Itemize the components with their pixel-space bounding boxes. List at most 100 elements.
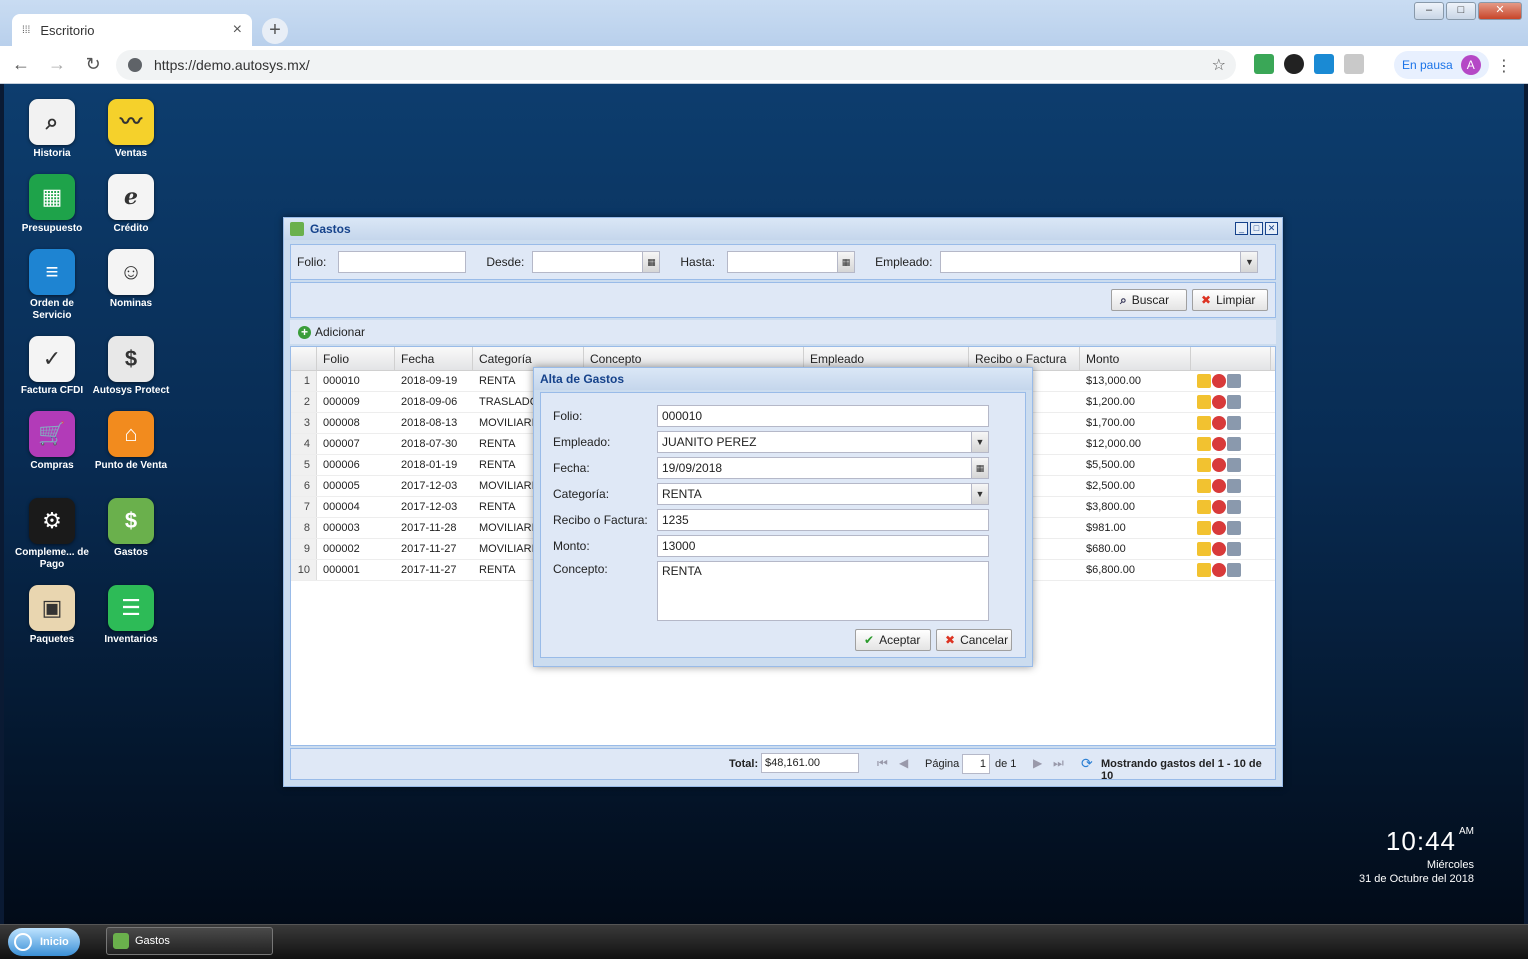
delete-icon[interactable] <box>1212 479 1226 493</box>
delete-icon[interactable] <box>1212 521 1226 535</box>
desktop-icon-punto-de-venta[interactable]: ⌂ Punto de Venta <box>91 411 171 472</box>
minimize-button[interactable]: _ <box>1235 222 1248 235</box>
gastos-window-header[interactable]: Gastos <box>284 218 1282 240</box>
minimize-window-button[interactable]: – <box>1414 2 1444 20</box>
chevron-down-icon[interactable]: ▼ <box>971 484 988 504</box>
browser-menu-icon[interactable]: ⋮ <box>1496 56 1512 76</box>
desde-date-input[interactable]: ▦ <box>532 251 661 273</box>
concepto-textarea[interactable]: RENTA <box>657 561 989 621</box>
print-icon[interactable] <box>1227 458 1241 472</box>
delete-icon[interactable] <box>1212 458 1226 472</box>
desktop-icon-historia[interactable]: ⌕ Historia <box>12 99 92 160</box>
print-icon[interactable] <box>1227 500 1241 514</box>
empleado-select[interactable]: JUANITO PEREZ ▼ <box>657 431 989 453</box>
delete-icon[interactable] <box>1212 500 1226 514</box>
print-icon[interactable] <box>1227 479 1241 493</box>
edit-icon[interactable] <box>1197 458 1211 472</box>
empleado-filter-select[interactable]: ▼ <box>940 251 1259 273</box>
close-window-button[interactable]: ✕ <box>1478 2 1522 20</box>
adicionar-button[interactable]: + Adicionar <box>298 325 365 339</box>
page-number-input[interactable]: 1 <box>962 754 990 774</box>
close-button[interactable]: ✕ <box>1265 222 1278 235</box>
sync-paused-button[interactable]: En pausa A <box>1394 51 1489 79</box>
desktop-icon-nominas[interactable]: ☺ Nominas <box>91 249 171 310</box>
desktop-icon-ventas[interactable]: 〰 Ventas <box>91 99 171 160</box>
dialog-title[interactable]: Alta de Gastos <box>534 368 1032 390</box>
fecha-input[interactable]: 19/09/2018 ▦ <box>657 457 989 479</box>
calendar-icon[interactable]: ▦ <box>642 252 660 272</box>
print-icon[interactable] <box>1227 437 1241 451</box>
prev-page-icon[interactable]: ◀ <box>899 756 908 770</box>
close-tab-icon[interactable]: × <box>233 21 242 39</box>
edit-icon[interactable] <box>1197 563 1211 577</box>
desktop-icon-label: Compleme... de Pago <box>15 547 89 570</box>
browser-tab[interactable]: ⁞⁞⁞ Escritorio × <box>12 14 252 46</box>
desktop-icon-inventarios[interactable]: ☰ Inventarios <box>91 585 171 646</box>
first-page-icon[interactable]: ⏮ <box>877 756 888 771</box>
buscar-button[interactable]: ⌕ Buscar <box>1111 289 1187 311</box>
column-header[interactable]: Monto <box>1080 347 1191 370</box>
profile-extension-icon[interactable] <box>1344 54 1364 74</box>
delete-icon[interactable] <box>1212 395 1226 409</box>
desktop-icon-autosys-protect[interactable]: $ Autosys Protect <box>91 336 171 397</box>
print-icon[interactable] <box>1227 521 1241 535</box>
column-header[interactable]: Folio <box>317 347 395 370</box>
reload-icon[interactable]: ↻ <box>78 54 108 75</box>
delete-icon[interactable] <box>1212 542 1226 556</box>
aceptar-button[interactable]: ✔ Aceptar <box>855 629 931 651</box>
categoria-select[interactable]: RENTA ▼ <box>657 483 989 505</box>
delete-icon[interactable] <box>1212 563 1226 577</box>
edit-icon[interactable] <box>1197 521 1211 535</box>
new-tab-button[interactable]: + <box>262 18 288 44</box>
recibo-input[interactable]: 1235 <box>657 509 989 531</box>
edit-icon[interactable] <box>1197 395 1211 409</box>
desktop-icon-orden-de-servicio[interactable]: ≡ Orden de Servicio <box>12 249 92 322</box>
bookmark-star-icon[interactable]: ☆ <box>1212 55 1226 75</box>
column-header[interactable]: Fecha <box>395 347 473 370</box>
print-icon[interactable] <box>1227 542 1241 556</box>
desktop-icon-compleme-de-pago[interactable]: ⚙ Compleme... de Pago <box>12 498 92 571</box>
desktop-icon-cr-dito[interactable]: ℯ Crédito <box>91 174 171 235</box>
edit-icon[interactable] <box>1197 437 1211 451</box>
desktop-icon-gastos[interactable]: $ Gastos <box>91 498 171 559</box>
delete-icon[interactable] <box>1212 374 1226 388</box>
color-extension-icon[interactable] <box>1284 54 1304 74</box>
taskbar-item-gastos[interactable]: Gastos <box>106 927 273 955</box>
desktop-icon-factura-cfdi[interactable]: ✓ Factura CFDI <box>12 336 92 397</box>
address-bar[interactable]: https://demo.autosys.mx/ ☆ <box>116 50 1236 80</box>
limpiar-button[interactable]: ✖ Limpiar <box>1192 289 1268 311</box>
folio-input[interactable]: 000010 <box>657 405 989 427</box>
desktop-icon-paquetes[interactable]: ▣ Paquetes <box>12 585 92 646</box>
maximize-window-button[interactable]: □ <box>1446 2 1476 20</box>
edit-icon[interactable] <box>1197 479 1211 493</box>
print-icon[interactable] <box>1227 416 1241 430</box>
desktop-icon-compras[interactable]: 🛒 Compras <box>12 411 92 472</box>
forward-icon[interactable]: → <box>42 54 72 75</box>
maximize-button[interactable]: □ <box>1250 222 1263 235</box>
desktop-icon-presupuesto[interactable]: ▦ Presupuesto <box>12 174 92 235</box>
scissors-extension-icon[interactable] <box>1314 54 1334 74</box>
chart-extension-icon[interactable] <box>1254 54 1274 74</box>
folio-filter-input[interactable] <box>338 251 467 273</box>
edit-icon[interactable] <box>1197 500 1211 514</box>
chevron-down-icon[interactable]: ▼ <box>971 432 988 452</box>
print-icon[interactable] <box>1227 563 1241 577</box>
edit-icon[interactable] <box>1197 416 1211 430</box>
edit-icon[interactable] <box>1197 374 1211 388</box>
calendar-icon[interactable]: ▦ <box>837 252 855 272</box>
delete-icon[interactable] <box>1212 416 1226 430</box>
hasta-date-input[interactable]: ▦ <box>727 251 856 273</box>
edit-icon[interactable] <box>1197 542 1211 556</box>
chevron-down-icon[interactable]: ▼ <box>1240 252 1258 272</box>
next-page-icon[interactable]: ▶ <box>1033 756 1042 770</box>
calendar-icon[interactable]: ▦ <box>971 458 988 478</box>
refresh-icon[interactable]: ⟳ <box>1081 755 1093 772</box>
last-page-icon[interactable]: ⏭ <box>1053 756 1064 771</box>
cancelar-button[interactable]: ✖ Cancelar <box>936 629 1012 651</box>
back-icon[interactable]: ← <box>6 54 36 75</box>
delete-icon[interactable] <box>1212 437 1226 451</box>
start-button[interactable]: Inicio <box>8 928 80 956</box>
print-icon[interactable] <box>1227 395 1241 409</box>
monto-input[interactable]: 13000 <box>657 535 989 557</box>
print-icon[interactable] <box>1227 374 1241 388</box>
